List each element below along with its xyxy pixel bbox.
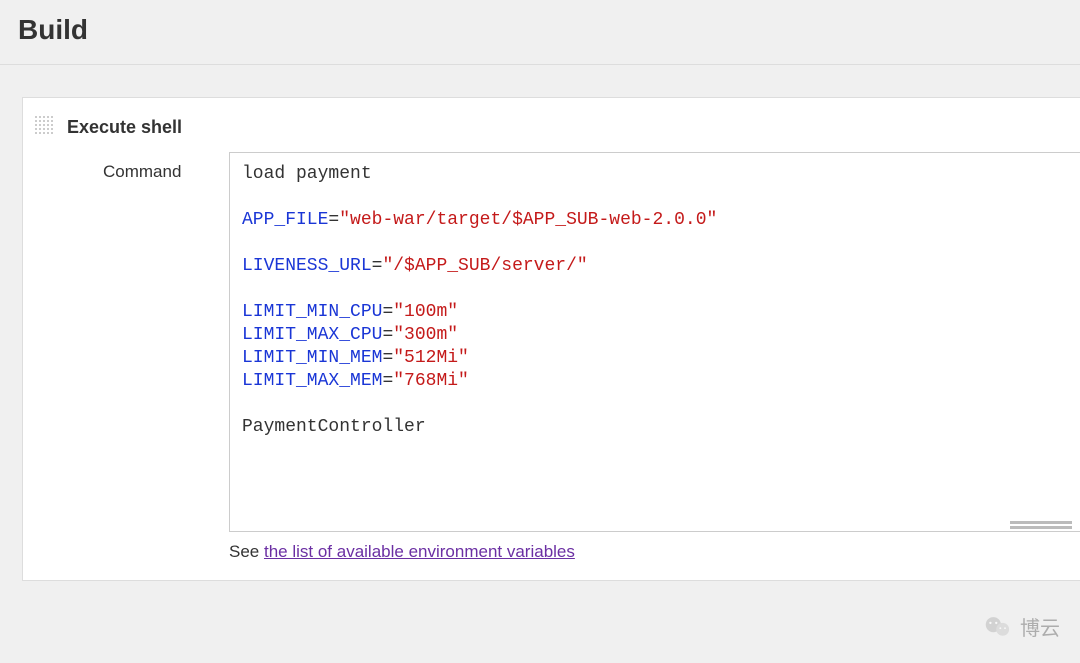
- code-eq: =: [382, 325, 393, 345]
- code-str: "web-war/target/$APP_SUB-web-2.0.0": [339, 210, 717, 230]
- code-str: "300m": [393, 325, 458, 345]
- code-var: LIMIT_MAX_CPU: [242, 325, 382, 345]
- watermark-text: 博云: [1020, 612, 1060, 641]
- command-textarea[interactable]: load payment APP_FILE="web-war/target/$A…: [229, 152, 1080, 532]
- code-line-8: PaymentController: [242, 417, 426, 437]
- build-panel: Execute shell Command load payment APP_F…: [22, 97, 1080, 581]
- code-var: LIMIT_MIN_CPU: [242, 302, 382, 322]
- code-str: /$APP_SUB: [393, 256, 490, 276]
- watermark: 博云: [984, 612, 1060, 641]
- code-str: "100m": [393, 302, 458, 322]
- code-var: LIVENESS_URL: [242, 256, 372, 276]
- code-eq: =: [382, 371, 393, 391]
- code-var: LIMIT_MAX_MEM: [242, 371, 382, 391]
- code-str: "512Mi": [393, 348, 469, 368]
- drag-handle-icon[interactable]: [35, 116, 57, 138]
- code-str: ": [577, 256, 588, 276]
- wechat-icon: [984, 613, 1012, 641]
- resize-grip-icon[interactable]: [1010, 521, 1072, 529]
- code-eq: =: [372, 256, 383, 276]
- code-eq: =: [328, 210, 339, 230]
- hint-prefix: See: [229, 542, 264, 561]
- section-title: Build: [0, 0, 1080, 65]
- code-str: /server/: [490, 256, 576, 276]
- code-str: ": [382, 256, 393, 276]
- build-step-header: Execute shell: [23, 110, 1080, 152]
- env-vars-link[interactable]: the list of available environment variab…: [264, 542, 575, 561]
- code-eq: =: [382, 302, 393, 322]
- build-step-title: Execute shell: [67, 117, 182, 138]
- code-var: APP_FILE: [242, 210, 328, 230]
- command-label: Command: [103, 152, 229, 182]
- code-eq: =: [382, 348, 393, 368]
- hint-row: See the list of available environment va…: [23, 532, 1080, 562]
- code-str: "768Mi": [393, 371, 469, 391]
- code-var: LIMIT_MIN_MEM: [242, 348, 382, 368]
- command-field-row: Command load payment APP_FILE="web-war/t…: [23, 152, 1080, 532]
- code-line-1: load payment: [242, 164, 372, 184]
